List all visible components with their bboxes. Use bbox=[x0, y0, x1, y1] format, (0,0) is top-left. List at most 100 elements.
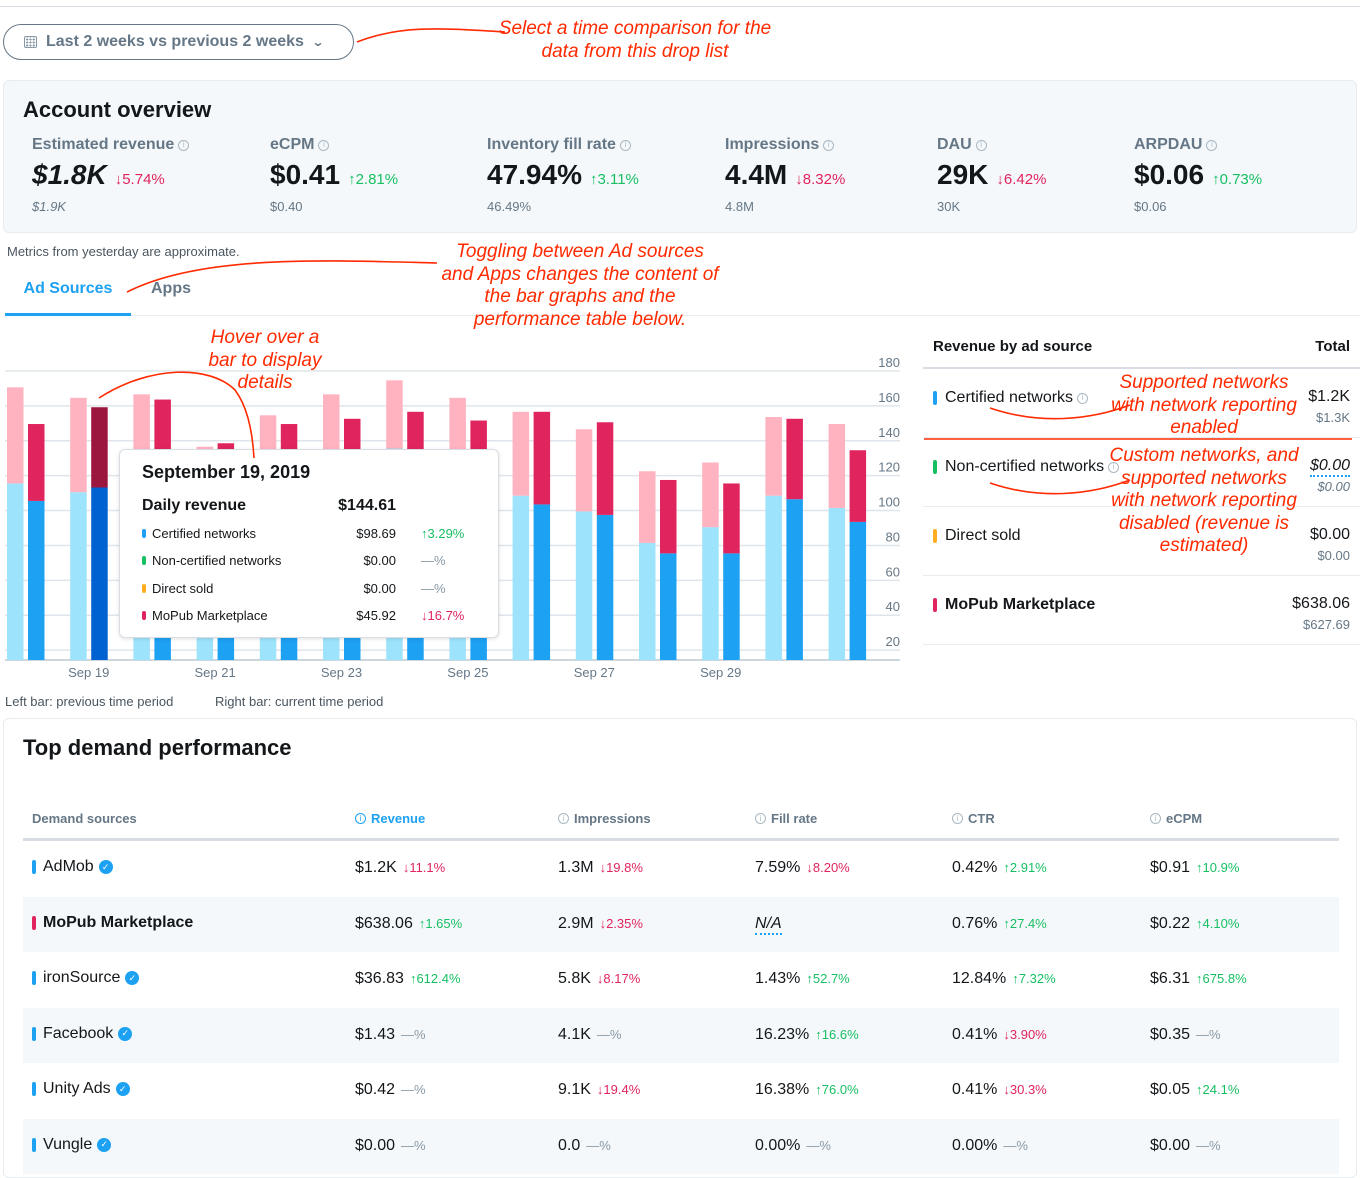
cell-value[interactable]: N/A bbox=[755, 915, 782, 935]
info-icon[interactable]: i bbox=[1077, 392, 1089, 404]
info-icon[interactable]: i bbox=[1206, 139, 1218, 151]
revenue-source-name: Direct sold bbox=[933, 527, 1021, 545]
verified-badge-icon: ✓ bbox=[125, 971, 140, 985]
bar-previous-marketplace[interactable] bbox=[639, 471, 656, 543]
tooltip-row-name: Direct sold bbox=[152, 580, 214, 596]
bar-current-certified[interactable] bbox=[91, 487, 108, 660]
bar-current-certified[interactable] bbox=[28, 500, 45, 660]
bar-current-marketplace[interactable] bbox=[91, 407, 108, 488]
table-row[interactable]: Vungle ✓ $0.00 —% 0.0 —% 0.00% —% 0.00% —% $0.00 —% bbox=[23, 1118, 1339, 1174]
revenue-source-total-value: $1.2K bbox=[1308, 388, 1350, 405]
bar-current-marketplace[interactable] bbox=[596, 422, 614, 515]
revenue-source-total: $0.00 bbox=[1309, 457, 1350, 477]
demand-source-name[interactable]: Vungle bbox=[43, 1136, 92, 1154]
info-icon[interactable]: i bbox=[619, 139, 631, 151]
column-header-revenue[interactable]: i Revenue bbox=[355, 811, 425, 826]
bar-current-certified[interactable] bbox=[533, 504, 551, 660]
column-header-impressions[interactable]: i Impressions bbox=[558, 811, 651, 826]
bar-previous-marketplace[interactable] bbox=[828, 424, 846, 508]
info-icon[interactable]: i bbox=[318, 139, 330, 151]
bar-previous-marketplace[interactable] bbox=[386, 380, 403, 449]
bar-current-marketplace[interactable] bbox=[28, 424, 45, 501]
info-icon[interactable]: i bbox=[178, 139, 190, 151]
bar-previous-certified[interactable] bbox=[70, 492, 87, 660]
bar-current-marketplace[interactable] bbox=[533, 411, 551, 505]
bar-current-certified[interactable] bbox=[660, 553, 677, 660]
bar-current-marketplace[interactable] bbox=[786, 418, 803, 500]
demand-source-name[interactable]: Unity Ads bbox=[43, 1080, 111, 1098]
date-range-dropdown[interactable]: Last 2 weeks vs previous 2 weeks ⌄ bbox=[3, 24, 354, 60]
cell-value: $0.42 bbox=[355, 1081, 396, 1098]
revenue-source-total-value: $0.00 bbox=[1309, 526, 1350, 543]
cell-value: $0.35 bbox=[1150, 1025, 1191, 1043]
bar-previous-marketplace[interactable] bbox=[70, 397, 87, 493]
demand-source-name[interactable]: ironSource bbox=[43, 969, 120, 987]
bar-current-marketplace[interactable] bbox=[723, 483, 740, 554]
info-icon[interactable]: i bbox=[355, 813, 366, 824]
y-tick-label: 40 bbox=[886, 599, 900, 614]
bar-previous-certified[interactable] bbox=[702, 527, 719, 660]
bar-previous-marketplace[interactable] bbox=[512, 411, 530, 496]
cell-fill-rate: 7.59% ↓8.20% bbox=[755, 859, 850, 877]
bar-previous-marketplace[interactable] bbox=[7, 387, 24, 484]
bar-previous-marketplace[interactable] bbox=[575, 429, 593, 512]
table-row[interactable]: Unity Ads ✓ $0.42 —% 9.1K ↓19.4% 16.38% ↑76.0% 0… bbox=[23, 1063, 1339, 1119]
metric-label-text: Impressions bbox=[725, 136, 820, 153]
bar-previous-certified[interactable] bbox=[575, 511, 593, 660]
demand-source-name[interactable]: MoPub Marketplace bbox=[43, 914, 193, 932]
cell-impressions: 0.0 —% bbox=[558, 1137, 611, 1155]
bar-current-certified[interactable] bbox=[786, 499, 803, 660]
info-icon[interactable]: i bbox=[823, 139, 835, 151]
bar-previous-certified[interactable] bbox=[765, 495, 782, 660]
table-row[interactable]: AdMob ✓ $1.2K ↓11.1% 1.3M ↓19.8% 7.59% ↓8.20% 0.… bbox=[23, 841, 1339, 897]
bar-previous-certified[interactable] bbox=[512, 495, 530, 660]
revenue-source-total-value[interactable]: $0.00 bbox=[1309, 457, 1350, 477]
column-header-demand-sources[interactable]: Demand sources bbox=[32, 811, 137, 826]
y-tick-label: 160 bbox=[878, 390, 900, 405]
demand-source-cell: Unity Ads ✓ bbox=[32, 1080, 130, 1098]
info-icon[interactable]: i bbox=[755, 813, 766, 824]
metric-value-row: $0.41 ↑2.81% bbox=[270, 159, 398, 191]
cell-value: 9.1K bbox=[558, 1081, 591, 1098]
info-icon[interactable]: i bbox=[558, 813, 569, 824]
x-tick-label: Sep 25 bbox=[447, 665, 488, 680]
table-row[interactable]: MoPub Marketplace $638.06 ↑1.65% 2.9M ↓2.35%… bbox=[23, 896, 1339, 952]
tab-apps[interactable]: Apps bbox=[151, 270, 191, 316]
cell-impressions: 2.9M ↓2.35% bbox=[558, 915, 643, 933]
demand-source-name[interactable]: AdMob bbox=[43, 858, 94, 876]
tooltip-row: Direct sold $0.00 —% bbox=[142, 578, 482, 598]
demand-source-cell: Facebook ✓ bbox=[32, 1025, 133, 1043]
bar-current-certified[interactable] bbox=[723, 553, 740, 660]
column-header-fill-rate[interactable]: i Fill rate bbox=[755, 811, 817, 826]
bar-previous-marketplace[interactable] bbox=[702, 462, 719, 528]
tab-ad-sources[interactable]: Ad Sources bbox=[5, 270, 131, 316]
revenue-source-label: MoPub Marketplace bbox=[945, 596, 1096, 613]
bar-previous-certified[interactable] bbox=[639, 542, 656, 660]
bar-current-marketplace[interactable] bbox=[849, 450, 867, 522]
cell-value: 7.59% bbox=[755, 859, 801, 876]
demand-source-name[interactable]: Facebook bbox=[43, 1025, 113, 1043]
source-color-icon bbox=[32, 860, 36, 874]
bar-previous-certified[interactable] bbox=[828, 507, 846, 660]
annotation-hover: Hover over a bar to display details bbox=[208, 327, 322, 393]
cell-value: 0.76% bbox=[952, 914, 998, 932]
bar-previous-certified[interactable] bbox=[7, 483, 24, 660]
column-header-ctr[interactable]: i CTR bbox=[952, 811, 995, 826]
bar-current-certified[interactable] bbox=[849, 521, 867, 660]
table-row[interactable]: Facebook ✓ $1.43 —% 4.1K —% 16.23% ↑16.6% 0.41% ↓… bbox=[23, 1007, 1339, 1063]
bar-current-certified[interactable] bbox=[596, 514, 614, 660]
info-icon[interactable]: i bbox=[1150, 813, 1161, 824]
metric-previous: $0.06 bbox=[1134, 199, 1167, 214]
table-row[interactable]: ironSource ✓ $36.83 ↑612.4% 5.8K ↓8.17% 1.43% ↑… bbox=[23, 952, 1339, 1008]
source-color-icon bbox=[933, 391, 937, 405]
cell-revenue: $1.2K ↓11.1% bbox=[355, 859, 445, 877]
bar-previous-marketplace[interactable] bbox=[765, 417, 782, 496]
cell-value: $0.00 bbox=[1150, 1136, 1191, 1154]
bar-current-marketplace[interactable] bbox=[660, 479, 677, 554]
column-header-ecpm[interactable]: i eCPM bbox=[1150, 811, 1202, 826]
source-color-icon bbox=[32, 1026, 36, 1041]
performance-table: Demand sources i Revenue i Impressions i Fill … bbox=[23, 801, 1339, 1174]
info-icon[interactable]: i bbox=[952, 813, 963, 824]
cell-change: ↓19.8% bbox=[599, 860, 643, 875]
info-icon[interactable]: i bbox=[975, 139, 987, 151]
